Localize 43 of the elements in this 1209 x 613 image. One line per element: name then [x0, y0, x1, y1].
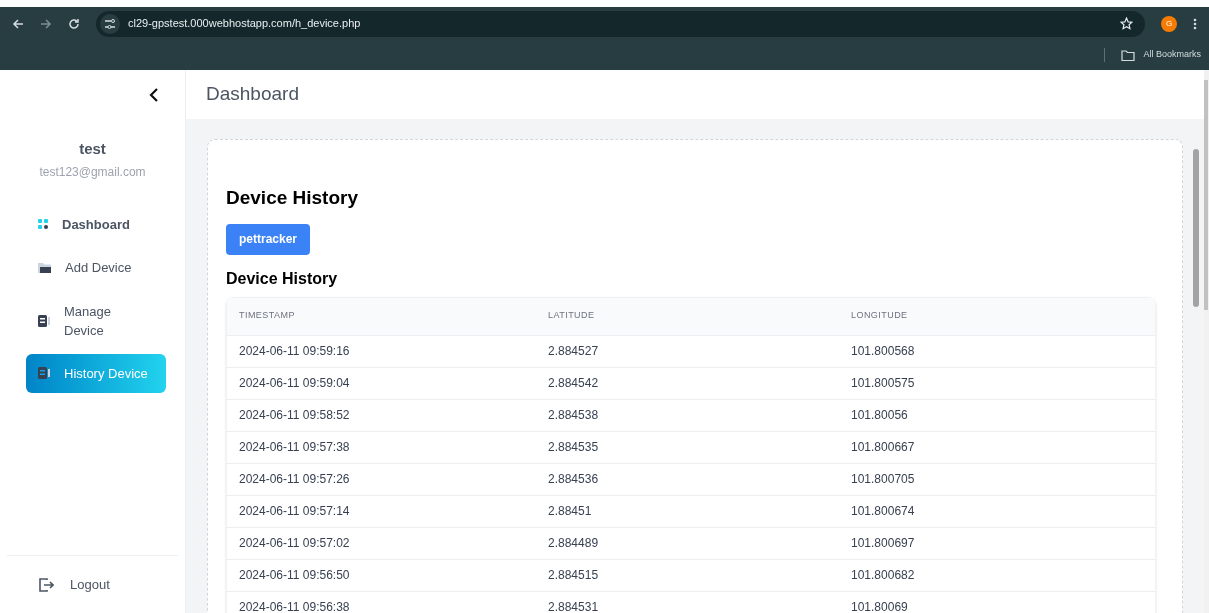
- table-cell-text: 2.884515: [548, 567, 600, 584]
- nav-item[interactable]: Add Device: [26, 248, 166, 288]
- table-cell-text: 2.884536: [548, 471, 600, 488]
- page-title: Dashboard: [206, 82, 299, 107]
- table-cell-text: 2024-06-11 09:59:04: [239, 375, 351, 392]
- column-header: TIMESTAMP: [239, 309, 296, 323]
- url-text: cl29-gpstest.000webhostapp.com/h_device.php: [128, 16, 362, 32]
- table-cell-text: 2.884531: [548, 599, 600, 613]
- table-cell-text: 2.884489: [548, 535, 600, 552]
- table-cell-text: 2024-06-11 09:57:02: [239, 535, 351, 552]
- nav-item[interactable]: Dashboard: [26, 204, 166, 244]
- table-cell-text: 101.800575: [851, 375, 916, 392]
- device-button[interactable]: pettracker: [226, 223, 311, 255]
- table-cell-text: 2024-06-11 09:57:38: [239, 439, 351, 456]
- table-cell-text: 2.884542: [548, 375, 600, 392]
- table-cell-text: 2024-06-11 09:56:50: [239, 567, 351, 584]
- table-cell-text: 2024-06-11 09:57:14: [239, 503, 351, 520]
- nav-item[interactable]: Manage Device: [26, 291, 166, 350]
- table-cell-text: 101.800682: [851, 567, 916, 584]
- table-cell-text: 101.80056: [851, 407, 909, 424]
- table-cell-text: 2.884538: [548, 407, 600, 424]
- table-cell-text: 101.800705: [851, 471, 916, 488]
- table-cell-text: 2024-06-11 09:59:16: [239, 343, 351, 360]
- table-cell-text: 101.800667: [851, 439, 916, 456]
- logout-link[interactable]: Logout: [70, 574, 110, 595]
- table-cell-text: 2024-06-11 09:56:38: [239, 599, 351, 613]
- user-name: test: [79, 139, 106, 159]
- table-cell-text: 2024-06-11 09:57:26: [239, 471, 351, 488]
- bookmarks-link[interactable]: All Bookmarks: [1143, 48, 1201, 62]
- table-cell-text: 101.80069: [851, 599, 909, 613]
- column-header: LONGITUDE: [851, 309, 909, 323]
- column-header: LATITUDE: [548, 309, 596, 323]
- table-cell-text: 2.884527: [548, 343, 600, 360]
- address-bar[interactable]: cl29-gpstest.000webhostapp.com/h_device.php: [96, 10, 1145, 37]
- table-title: Device History: [226, 268, 339, 289]
- user-email: test123@gmail.com: [39, 163, 146, 181]
- table-cell-text: 2024-06-11 09:58:52: [239, 407, 351, 424]
- section-heading: Device History: [226, 186, 359, 210]
- table-cell-text: 101.800697: [851, 535, 916, 552]
- table-cell-text: 2.88451: [548, 503, 593, 520]
- table-cell-text: 2.884535: [548, 439, 600, 456]
- table-cell-text: 101.800568: [851, 343, 916, 360]
- table-cell-text: 101.800674: [851, 503, 916, 520]
